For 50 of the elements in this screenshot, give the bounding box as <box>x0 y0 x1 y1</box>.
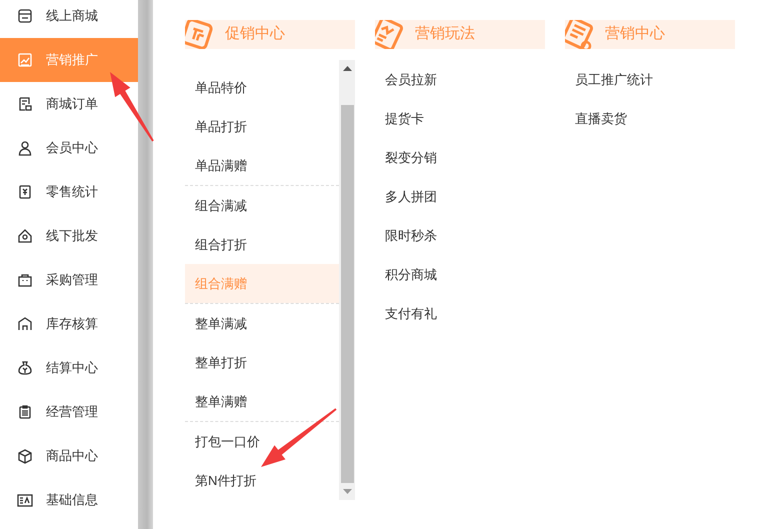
sidebar-item[interactable]: 零售统计 <box>0 170 138 214</box>
menu-item[interactable]: 提货卡 <box>375 99 545 138</box>
menu-item[interactable]: 整单满赠 <box>185 382 339 421</box>
scrollbar-thumb[interactable] <box>340 105 354 483</box>
id-card-icon <box>17 492 33 508</box>
menu-item[interactable]: 单品特价 <box>185 68 339 107</box>
person-icon <box>17 140 33 156</box>
sidebar-item[interactable]: 线下批发 <box>0 214 138 258</box>
house-icon <box>17 228 33 244</box>
panel-header: 营销玩法 <box>375 20 545 49</box>
sidebar-item[interactable]: 会员中心 <box>0 126 138 170</box>
receipt-icon <box>17 96 33 112</box>
bill-icon <box>17 184 33 200</box>
store-icon <box>17 8 33 24</box>
cube-icon <box>17 448 33 464</box>
money-bag-icon <box>17 360 33 376</box>
sidebar-item[interactable]: 商品中心 <box>0 434 138 478</box>
menu-item[interactable]: 打包一口价 <box>185 422 339 461</box>
panel-header: 营销中心 <box>565 20 735 49</box>
bag-icon <box>17 272 33 288</box>
sidebar-item[interactable]: 库存核算 <box>0 302 138 346</box>
menu-item[interactable]: 多人拼团 <box>375 177 545 216</box>
menu-item[interactable]: 整单满减 <box>185 304 339 343</box>
down-arrow-icon[interactable] <box>342 489 352 494</box>
sidebar-item[interactable]: 基础信息 <box>0 478 138 522</box>
panel-header: 促销中心 <box>185 20 355 49</box>
sidebar-item[interactable]: 结算中心 <box>0 346 138 390</box>
sidebar-item[interactable]: 经营管理 <box>0 390 138 434</box>
menu-item[interactable]: 积分商城 <box>375 255 545 294</box>
up-arrow-icon[interactable] <box>342 66 352 71</box>
sidebar-item[interactable]: 商城订单 <box>0 82 138 126</box>
annotation-arrow <box>110 72 154 142</box>
chart-icon <box>17 52 33 68</box>
scrollbar[interactable] <box>339 60 355 500</box>
sidebar-item[interactable]: 采购管理 <box>0 258 138 302</box>
warehouse-icon <box>17 316 33 332</box>
menu-item[interactable]: 单品满赠 <box>185 146 339 185</box>
menu-item[interactable]: 组合满减 <box>185 186 339 225</box>
clipboard-icon <box>17 404 33 420</box>
menu-item[interactable]: 第N件打折 <box>185 461 339 500</box>
menu-item[interactable]: 员工推广统计 <box>565 60 735 99</box>
menu-item[interactable]: 组合打折 <box>185 225 339 264</box>
menu-item[interactable]: 支付有礼 <box>375 294 545 333</box>
menu-item[interactable]: 直播卖货 <box>565 99 735 138</box>
menu-item[interactable]: 整单打折 <box>185 343 339 382</box>
sidebar-item[interactable]: 线上商城 <box>0 0 138 38</box>
menu-item[interactable]: 限时秒杀 <box>375 216 545 255</box>
menu-item[interactable]: 单品打折 <box>185 107 339 146</box>
menu-item[interactable]: 会员拉新 <box>375 60 545 99</box>
menu-item[interactable]: 裂变分销 <box>375 138 545 177</box>
